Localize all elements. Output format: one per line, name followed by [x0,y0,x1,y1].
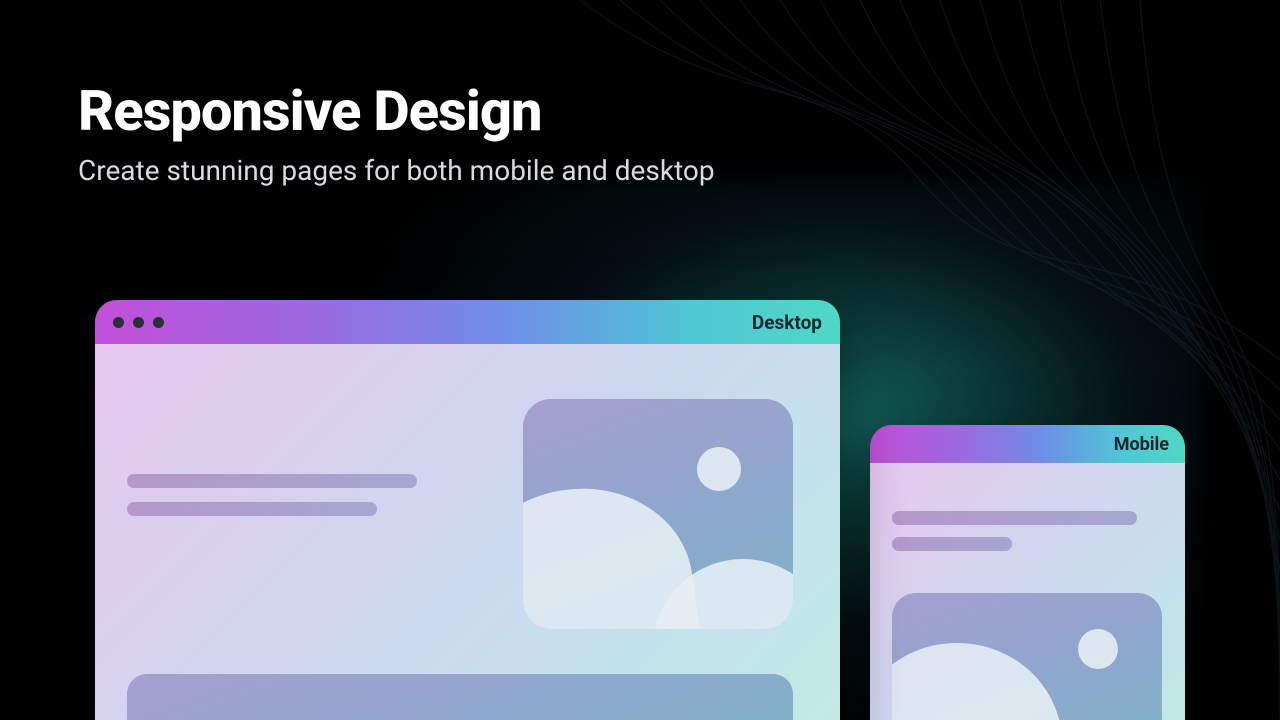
page-title: Responsive Design [78,78,715,144]
image-placeholder [892,593,1162,720]
window-desktop: Desktop [95,300,840,720]
window-body-desktop [95,344,840,720]
content-block-placeholder [127,674,793,720]
window-label-mobile: Mobile [1114,434,1169,455]
text-placeholder-line [127,502,377,516]
traffic-light-dot [113,317,124,328]
image-placeholder-hill [892,643,1062,720]
image-placeholder-sun [697,447,741,491]
text-placeholder-line [892,537,1012,551]
window-label-desktop: Desktop [752,311,822,334]
page-subtitle: Create stunning pages for both mobile an… [78,154,715,187]
traffic-lights [113,317,164,328]
hero: Responsive Design Create stunning pages … [78,78,715,187]
text-placeholder-line [892,511,1137,525]
traffic-light-dot [153,317,164,328]
traffic-light-dot [133,317,144,328]
image-placeholder [523,399,793,629]
titlebar-mobile: Mobile [870,425,1185,463]
image-placeholder-sun [1078,629,1118,669]
titlebar-desktop: Desktop [95,300,840,344]
window-body-mobile [870,463,1185,720]
window-mobile: Mobile [870,425,1185,720]
text-placeholder-line [127,474,417,488]
